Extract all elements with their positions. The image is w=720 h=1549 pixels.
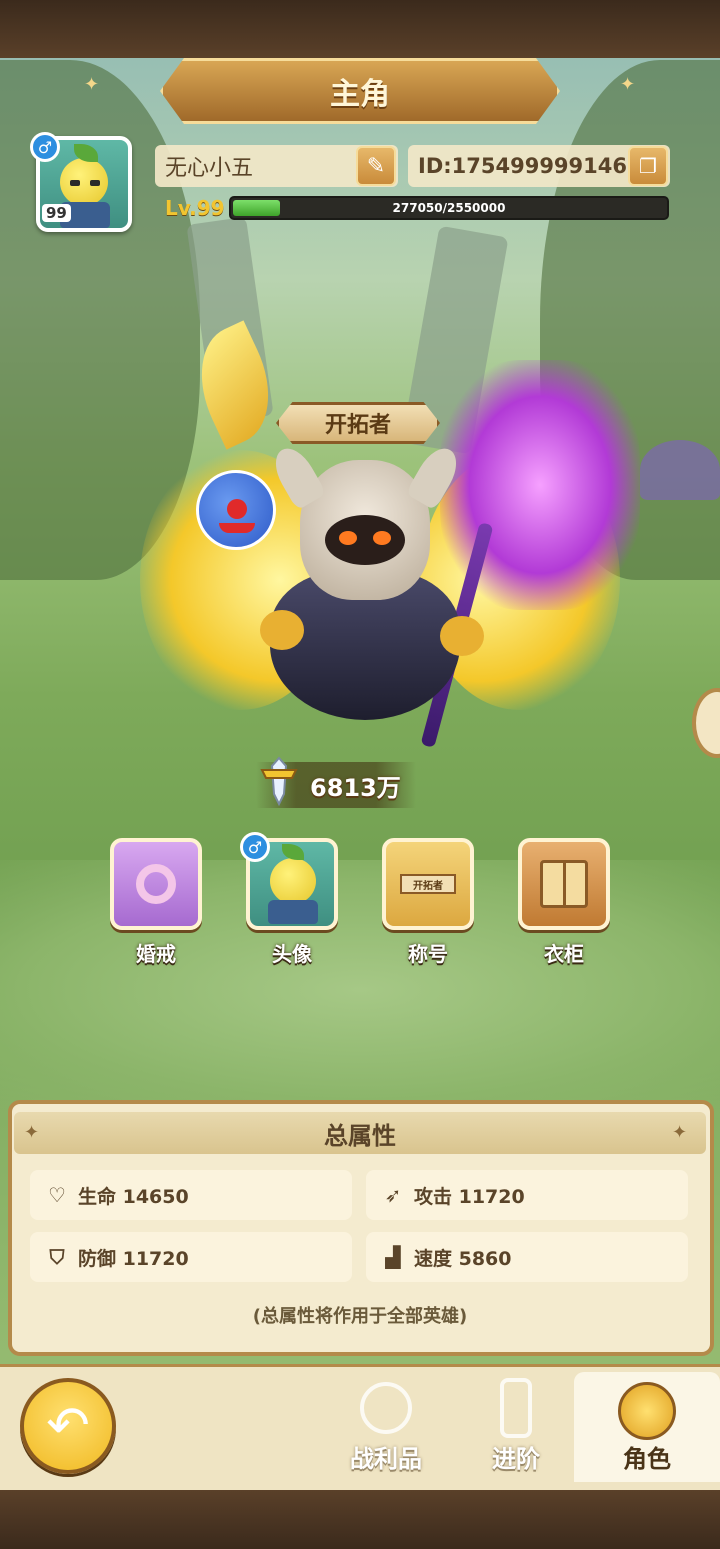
clown-balloon [196,470,276,550]
ring-icon [136,864,176,904]
stat-speed-text: 速度 5860 [414,1247,512,1270]
hero-title-text: 开拓者 [324,413,391,438]
stats-note: (总属性将作用于全部英雄) [252,1306,468,1327]
loot-icon [360,1382,412,1434]
shield-icon: ⛉ [49,1245,65,1269]
avatar-body [268,900,318,924]
clown-mouth [219,523,255,533]
back-arrow-icon: ↶ [46,1396,90,1456]
stats-title-text: 总属性 [324,1121,396,1150]
sparkle-icon: ✦ [620,74,636,95]
male-gender-icon: ♂ [240,832,270,862]
avatar-eye [70,180,80,186]
sparkle-icon: ✦ [84,74,100,95]
title-label: 称号 [408,942,448,966]
attack-icon: ➶ [384,1183,402,1207]
avatar-eye [90,180,100,186]
bottom-frame [0,1490,720,1549]
tab-advance[interactable]: 进阶 [456,1372,576,1482]
ring-label: 婚戒 [136,942,176,966]
player-id: ID:1754999991462 [418,154,642,178]
pencil-icon: ✎ [366,153,386,179]
page-title-banner: 主角 [160,58,560,124]
tab-character-label: 角色 [623,1445,671,1473]
back-button[interactable]: ↶ [20,1378,116,1474]
advance-icon [500,1378,532,1438]
xp-progress-bar: 277050/2550000 [229,196,669,220]
power-value: 6813万 [310,774,401,802]
player-name: 无心小五 [165,156,254,181]
tab-character[interactable]: 角色 [574,1372,720,1482]
tab-loot[interactable]: 战利品 [326,1372,446,1482]
sparkle-icon: ✦ [24,1122,40,1143]
golden-feather [180,320,290,450]
hero-character[interactable] [100,320,660,760]
clown-nose [227,499,247,519]
stat-attack-text: 攻击 11720 [414,1185,525,1208]
page-title: 主角 [330,77,390,112]
title-button[interactable]: 开拓者 [382,838,474,930]
xp-progress-text: 277050/2550000 [392,201,506,215]
wardrobe-label: 衣柜 [544,942,584,966]
male-gender-icon: ♂ [30,132,60,162]
hero-glove [440,616,484,656]
hero-glove [260,610,304,650]
hero-title-badge: 开拓者 [276,402,440,444]
avatar-label: 头像 [272,942,312,966]
wardrobe-divider [563,863,566,905]
glowing-eye [373,531,391,545]
stat-attack: ➶ 攻击 11720 [366,1170,688,1220]
helmet-visor [325,515,405,565]
stats-panel-title: 总属性 [14,1112,706,1154]
edit-name-button[interactable]: ✎ [356,146,396,186]
sword-power-icon [260,756,298,807]
character-icon [618,1382,676,1440]
stat-defense-text: 防御 11720 [78,1247,189,1270]
copy-id-button[interactable]: ❐ [628,146,668,186]
title-icon: 开拓者 [400,874,456,894]
stat-defense: ⛉ 防御 11720 [30,1232,352,1282]
wardrobe-icon [540,860,588,908]
avatar-icon [270,858,316,904]
ring-button[interactable] [110,838,202,930]
stat-speed: ▟ 速度 5860 [366,1232,688,1282]
stat-hp: ♡ 生命 14650 [30,1170,352,1220]
glowing-eye [339,531,357,545]
leaf-icon [282,844,304,860]
player-level: Lv.99 [165,196,225,220]
avatar-face [60,158,108,206]
sparkle-icon: ✦ [672,1122,688,1143]
tab-loot-label: 战利品 [350,1445,422,1473]
boot-icon: ▟ [385,1245,401,1269]
tab-advance-label: 进阶 [492,1445,540,1473]
heart-icon: ♡ [48,1183,66,1207]
wardrobe-button[interactable] [518,838,610,930]
top-frame [0,0,720,58]
copy-icon: ❐ [639,154,657,178]
avatar-level-badge: 99 [42,204,71,222]
stat-hp-text: 生命 14650 [78,1185,189,1208]
